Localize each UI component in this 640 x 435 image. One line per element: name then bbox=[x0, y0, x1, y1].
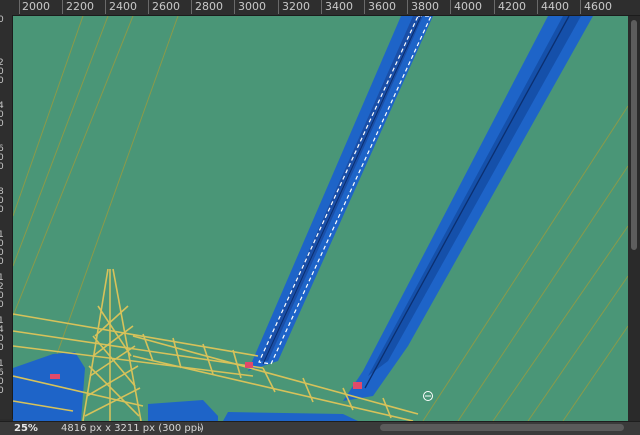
ruler-left-label: 2 0 0 bbox=[0, 59, 12, 86]
ruler-top-label: 2200 bbox=[66, 0, 94, 13]
ruler-top-label: 4600 bbox=[584, 0, 612, 13]
ruler-top-label: 3000 bbox=[238, 0, 266, 13]
ruler-tick bbox=[321, 0, 322, 14]
ruler-top-label: 3600 bbox=[368, 0, 396, 13]
ruler-top-label: 2600 bbox=[152, 0, 180, 13]
ruler-tick bbox=[407, 0, 408, 14]
document-size-info: 4816 px x 3211 px (300 ppi) bbox=[61, 423, 204, 434]
ruler-tick bbox=[19, 0, 20, 14]
ruler-left-label: 1 2 0 0 bbox=[0, 274, 12, 310]
ruler-left-label: 1 0 0 0 bbox=[0, 231, 12, 267]
ruler-left-label: 1 4 0 0 bbox=[0, 317, 12, 353]
insulator-marker bbox=[353, 382, 362, 389]
chevron-right-icon[interactable]: › bbox=[198, 422, 202, 435]
ruler-left-label: 1 6 0 0 bbox=[0, 360, 12, 396]
ruler-top-label: 4400 bbox=[541, 0, 569, 13]
ruler-tick bbox=[364, 0, 365, 14]
ruler-tick bbox=[191, 0, 192, 14]
vertical-scrollbar[interactable] bbox=[628, 16, 640, 421]
vertical-scrollbar-thumb[interactable] bbox=[631, 20, 637, 250]
ruler-top-label: 2800 bbox=[195, 0, 223, 13]
ruler-tick bbox=[148, 0, 149, 14]
insulator-marker bbox=[50, 374, 60, 379]
ruler-tick bbox=[450, 0, 451, 14]
ruler-tick bbox=[62, 0, 63, 14]
ruler-tick bbox=[105, 0, 106, 14]
ruler-top-label: 3200 bbox=[282, 0, 310, 13]
ruler-tick bbox=[580, 0, 581, 14]
ruler-left-label: 8 0 0 bbox=[0, 188, 12, 215]
ruler-left-label: 0 bbox=[0, 16, 4, 25]
ruler-top-label: 3800 bbox=[411, 0, 439, 13]
ruler-top-label: 4000 bbox=[454, 0, 482, 13]
ruler-top: 2000 2200 2400 2600 2800 3000 3200 3400 … bbox=[0, 0, 640, 16]
horizontal-scrollbar-thumb[interactable] bbox=[380, 424, 624, 431]
ruler-tick bbox=[278, 0, 279, 14]
ruler-tick bbox=[234, 0, 235, 14]
zoom-level[interactable]: 25% bbox=[14, 422, 38, 435]
ruler-left: 0 2 0 0 4 0 0 6 0 0 8 0 0 1 0 0 0 1 2 0 … bbox=[0, 15, 13, 419]
ruler-top-label: 3400 bbox=[325, 0, 353, 13]
ruler-left-label: 4 0 0 bbox=[0, 102, 12, 129]
canvas-artwork[interactable] bbox=[13, 16, 628, 421]
ruler-top-label: 2400 bbox=[109, 0, 137, 13]
ruler-top-label: 4200 bbox=[498, 0, 526, 13]
ruler-tick bbox=[494, 0, 495, 14]
image-canvas[interactable] bbox=[13, 16, 628, 421]
ruler-tick bbox=[537, 0, 538, 14]
ruler-top-label: 2000 bbox=[22, 0, 50, 13]
insulator-marker bbox=[245, 362, 253, 368]
ruler-left-label: 6 0 0 bbox=[0, 145, 12, 172]
